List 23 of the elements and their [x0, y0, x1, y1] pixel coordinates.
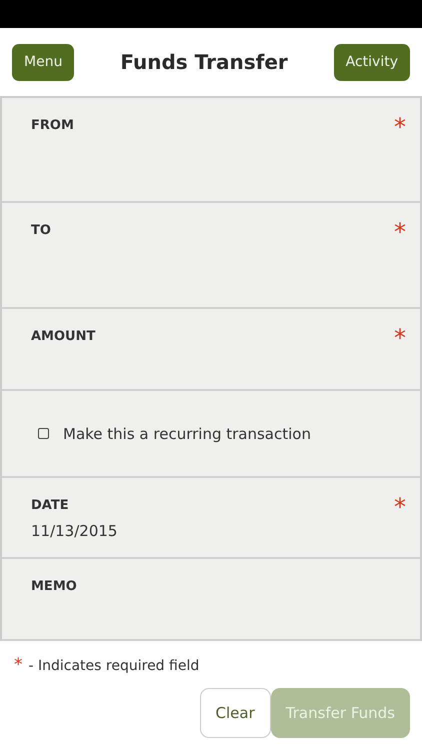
field-label: TO — [31, 223, 51, 238]
form-field[interactable]: MEMO — [2, 559, 420, 641]
field-label: FROM — [31, 118, 74, 133]
activity-button[interactable]: Activity — [334, 44, 410, 80]
form-field[interactable]: TO * — [2, 203, 420, 309]
required-mark: * — [14, 657, 22, 674]
form-field[interactable]: FROM * — [2, 98, 420, 203]
field-label: AMOUNT — [31, 329, 96, 344]
clear-button[interactable]: Clear — [200, 688, 271, 738]
form-field[interactable]: DATE * 11/13/2015 — [2, 478, 420, 559]
required-mark: * — [394, 329, 406, 347]
required-mark: * — [394, 223, 406, 241]
form-field[interactable]: AMOUNT * — [2, 309, 420, 391]
field-label: DATE — [31, 498, 69, 513]
legend-text: - Indicates required field — [28, 658, 200, 674]
checkbox[interactable] — [38, 428, 49, 439]
page-title: Funds Transfer — [120, 50, 288, 74]
required-mark: * — [394, 498, 406, 516]
required-mark: * — [394, 118, 406, 136]
menu-button[interactable]: Menu — [12, 44, 74, 80]
field-value: 11/13/2015 — [31, 522, 118, 540]
checkbox-label: Make this a recurring transaction — [63, 424, 311, 442]
field-label: MEMO — [31, 579, 77, 594]
